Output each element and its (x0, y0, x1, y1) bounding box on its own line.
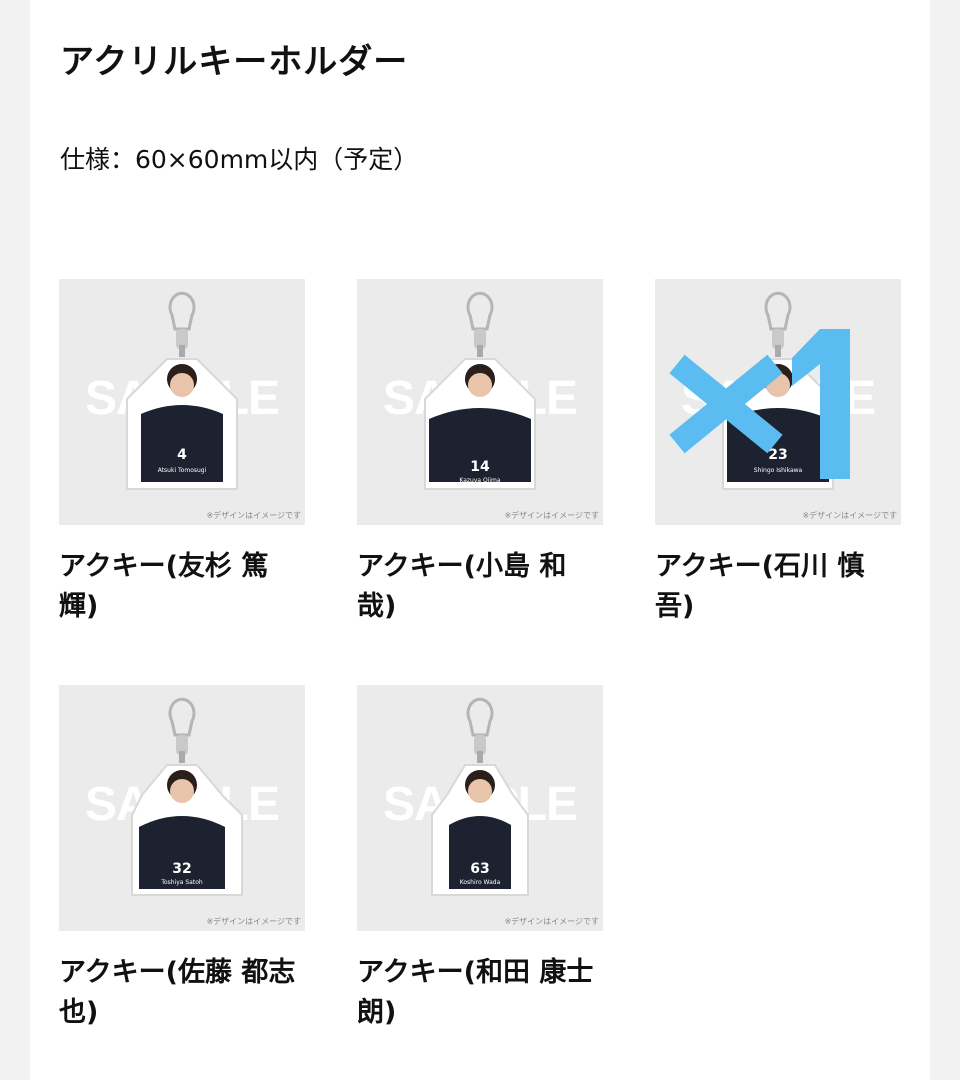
jersey-number: 63 (470, 861, 489, 877)
acrylic-keychain-icon: 63 Koshiro Wada (431, 697, 529, 896)
product-card[interactable]: SAMPLE 14 Kazuya Ojima ※デザインはイメージです アクキー… (357, 279, 603, 627)
product-card[interactable]: SAMPLE 4 Atsuki Tomosugi ※デザインはイメージです アク… (59, 279, 305, 627)
product-name[interactable]: アクキー(小島 和哉) (357, 547, 597, 627)
product-image[interactable]: SAMPLE 4 Atsuki Tomosugi ※デザインはイメージです (59, 279, 305, 525)
player-name: Toshiya Satoh (160, 879, 203, 886)
product-card[interactable]: SAMPLE 32 Toshiya Satoh ※デザインはイメージです アクキ… (59, 685, 305, 1033)
product-image[interactable]: SAMPLE 23 Shingo Ishikawa (655, 279, 901, 525)
image-caption: ※デザインはイメージです (206, 917, 301, 926)
product-card[interactable]: SAMPLE 63 Koshiro Wada ※デザインはイメージです アクキー… (357, 685, 603, 1033)
image-caption: ※デザインはイメージです (504, 511, 599, 520)
soldout-one (792, 329, 850, 479)
acrylic-keychain-icon: 32 Toshiya Satoh (131, 697, 243, 896)
product-name[interactable]: アクキー(石川 慎吾) (655, 547, 895, 627)
product-image[interactable]: SAMPLE 32 Toshiya Satoh ※デザインはイメージです (59, 685, 305, 931)
product-image[interactable]: SAMPLE 14 Kazuya Ojima ※デザインはイメージです (357, 279, 603, 525)
player-name: Koshiro Wada (460, 879, 501, 886)
acrylic-keychain-icon: 4 Atsuki Tomosugi (126, 291, 238, 490)
image-caption: ※デザインはイメージです (802, 511, 897, 520)
page-title: アクリルキーホルダー (60, 42, 409, 82)
spec-text: 仕様：60×60mm以内（予定） (60, 145, 419, 174)
product-name[interactable]: アクキー(佐藤 都志也) (59, 953, 299, 1033)
image-caption: ※デザインはイメージです (206, 511, 301, 520)
jersey-number: 14 (470, 459, 490, 475)
player-name: Kazuya Ojima (459, 477, 500, 484)
image-caption: ※デザインはイメージです (504, 917, 599, 926)
product-name[interactable]: アクキー(和田 康士朗) (357, 953, 597, 1033)
product-image[interactable]: SAMPLE 63 Koshiro Wada ※デザインはイメージです (357, 685, 603, 931)
acrylic-keychain-icon: 14 Kazuya Ojima (424, 291, 536, 490)
jersey-number: 4 (177, 447, 187, 463)
soldout-mark (669, 329, 850, 479)
product-name[interactable]: アクキー(友杉 篤輝) (59, 547, 299, 627)
jersey-number: 32 (172, 861, 191, 877)
page-content: アクリルキーホルダー 仕様：60×60mm以内（予定） SAMPLE 4 Ats… (30, 0, 930, 1080)
player-name: Atsuki Tomosugi (158, 467, 207, 474)
product-card[interactable]: SAMPLE 23 Shingo Ishikawa (655, 279, 901, 627)
